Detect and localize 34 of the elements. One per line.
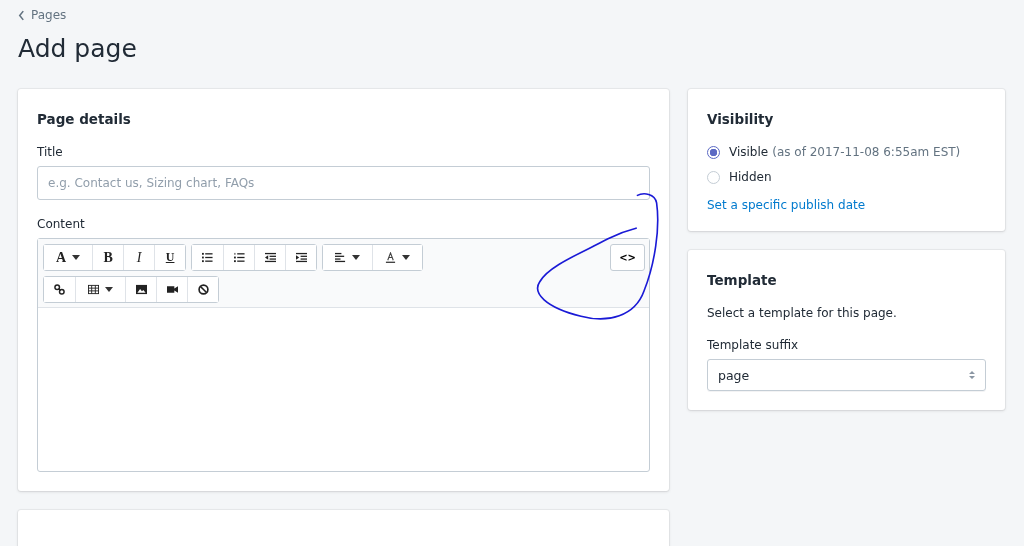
indent-button[interactable] xyxy=(285,245,317,270)
template-select[interactable]: page xyxy=(707,359,986,391)
chevron-left-icon xyxy=(18,9,25,21)
card-heading: Page details xyxy=(37,111,132,127)
numbered-list-icon xyxy=(233,252,245,263)
title-field[interactable]: e.g. Contact us, Sizing chart, FAQs xyxy=(37,166,650,200)
code-view-button[interactable]: <> xyxy=(610,244,645,271)
radio-button[interactable] xyxy=(707,145,720,159)
outdent-icon xyxy=(264,252,276,263)
image-icon xyxy=(135,284,147,295)
select-arrows-icon xyxy=(969,370,975,380)
content-editor[interactable]: A B I U <> xyxy=(37,238,650,472)
back-link[interactable]: Pages xyxy=(18,0,67,22)
page-title: Add page xyxy=(18,34,138,63)
indent-icon xyxy=(295,252,307,263)
field-label: Title xyxy=(37,145,64,159)
card-heading: Template xyxy=(707,272,778,288)
bullet-list-icon xyxy=(202,252,214,263)
text-color-icon xyxy=(385,252,397,263)
clear-button[interactable] xyxy=(187,277,218,302)
publish-date-link[interactable]: Set a specific publish date xyxy=(707,198,866,212)
video-camera-icon xyxy=(166,284,178,295)
option-label: Visible (as of 2017-11-08 6:55am EST) xyxy=(729,145,961,159)
prohibited-icon xyxy=(197,284,209,295)
card-heading: Visibility xyxy=(707,111,775,127)
underline-button[interactable]: U xyxy=(154,245,186,270)
table-icon xyxy=(88,284,99,295)
field-label: Template suffix xyxy=(707,338,800,352)
link-icon xyxy=(54,284,65,295)
color-button[interactable] xyxy=(372,245,423,270)
option-label: Hidden xyxy=(729,170,772,184)
description-text: Select a template for this page. xyxy=(707,306,898,320)
field-label: Content xyxy=(37,217,86,231)
align-left-icon xyxy=(335,252,347,263)
